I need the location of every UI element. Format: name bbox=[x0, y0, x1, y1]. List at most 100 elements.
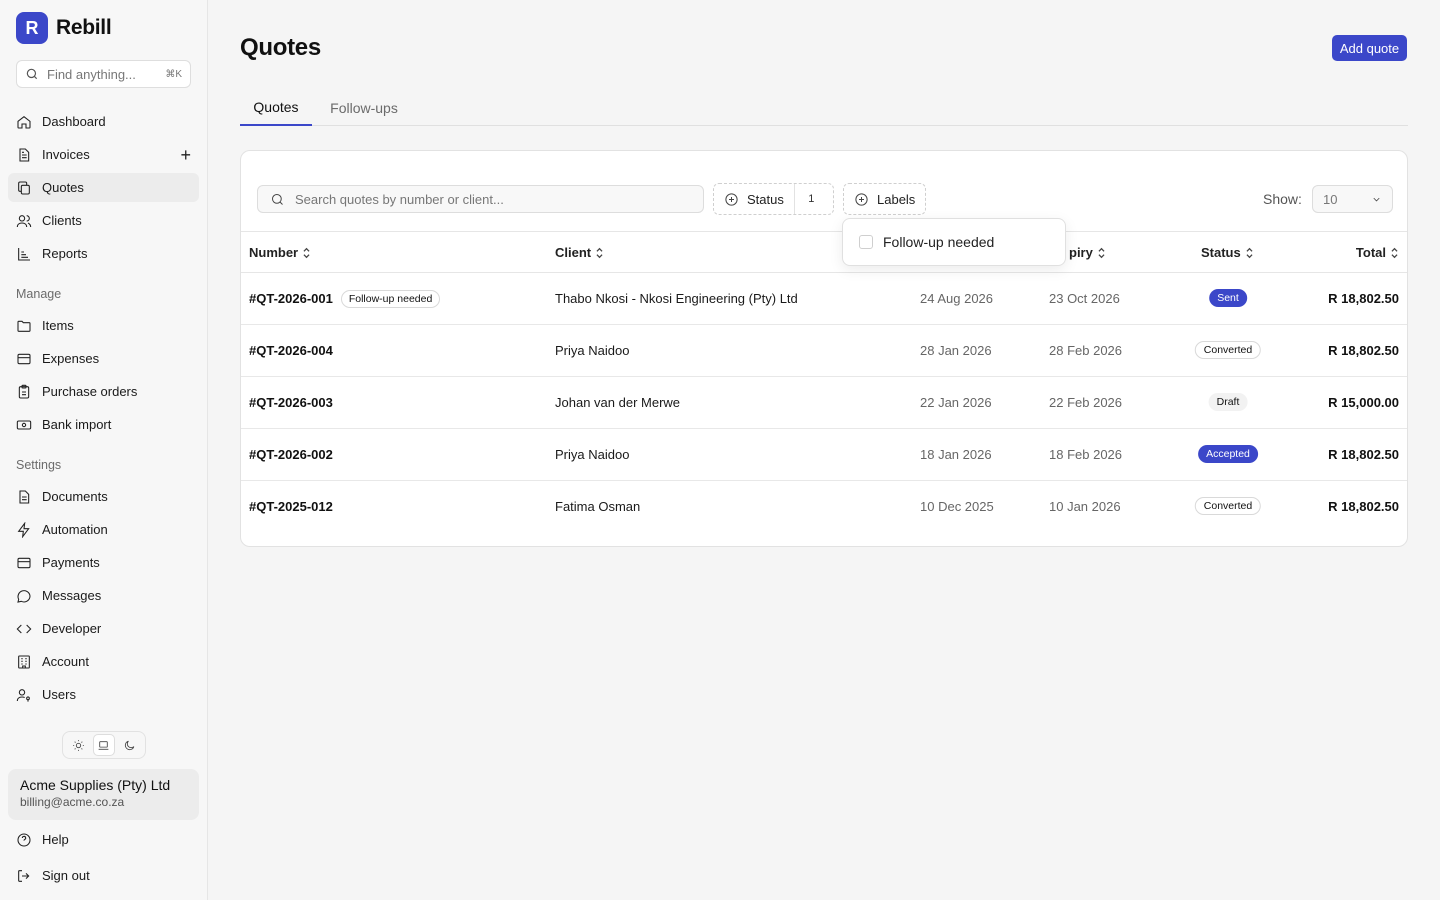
nav-label: Reports bbox=[42, 246, 88, 261]
copy-icon bbox=[18, 180, 30, 195]
nav-label: Help bbox=[42, 832, 69, 847]
nav-item-sign-out[interactable]: Sign out bbox=[8, 861, 199, 890]
tab-quotes[interactable]: Quotes bbox=[240, 90, 312, 126]
table-row[interactable]: #QT-2026-003 Johan van der Merwe 22 Jan … bbox=[241, 377, 1407, 429]
nav-item-expenses[interactable]: Expenses bbox=[8, 344, 199, 373]
table-row[interactable]: #QT-2026-002 Priya Naidoo 18 Jan 2026 18… bbox=[241, 429, 1407, 481]
status-badge: Sent bbox=[1209, 289, 1247, 307]
search-icon bbox=[272, 193, 283, 205]
nav-label: Payments bbox=[42, 555, 100, 570]
nav-label: Sign out bbox=[42, 868, 90, 883]
card-icon bbox=[17, 353, 31, 364]
nav-item-quotes[interactable]: Quotes bbox=[8, 173, 199, 202]
theme-switch bbox=[62, 731, 146, 759]
global-search-input[interactable]: Find anything... ⌘K bbox=[16, 60, 191, 88]
quote-number-cell: #QT-2026-001 Follow-up needed bbox=[249, 273, 441, 324]
quote-number: #QT-2026-003 bbox=[249, 395, 333, 410]
nav-item-dashboard[interactable]: Dashboard bbox=[8, 107, 199, 136]
nav-label: Dashboard bbox=[42, 114, 106, 129]
plus-circle-icon bbox=[725, 192, 738, 206]
total-cell: R 18,802.50 bbox=[1328, 343, 1399, 358]
message-icon bbox=[17, 589, 31, 603]
nav-item-users[interactable]: Users bbox=[8, 680, 199, 709]
file-icon bbox=[19, 489, 30, 504]
nav-item-purchase-orders[interactable]: Purchase orders bbox=[8, 377, 199, 406]
theme-dark-button[interactable] bbox=[118, 734, 140, 756]
nav-label: Developer bbox=[42, 621, 102, 636]
labels-filter-main: Labels bbox=[844, 184, 925, 214]
nav-label: Users bbox=[42, 687, 76, 702]
quote-number-cell: #QT-2025-012 bbox=[249, 481, 333, 532]
nav-item-items[interactable]: Items bbox=[8, 311, 199, 340]
section-label-manage: Manage bbox=[16, 287, 62, 301]
quote-number-cell: #QT-2026-004 bbox=[249, 325, 333, 376]
column-label: Total bbox=[1355, 245, 1386, 260]
tab-follow-ups[interactable]: Follow-ups bbox=[320, 90, 408, 126]
client-cell: Johan van der Merwe bbox=[555, 395, 681, 410]
theme-light-button[interactable] bbox=[68, 734, 90, 756]
status-filter[interactable]: Status 1 bbox=[713, 183, 834, 215]
nav-item-documents[interactable]: Documents bbox=[8, 482, 199, 511]
user-key-icon bbox=[16, 688, 30, 702]
client-cell: Thabo Nkosi - Nkosi Engineering (Pty) Lt… bbox=[555, 291, 798, 306]
column-status[interactable]: Status bbox=[1201, 232, 1254, 273]
column-total[interactable]: Total bbox=[1356, 232, 1399, 273]
page-size-label: Show: bbox=[1263, 191, 1302, 207]
status-badge: Converted bbox=[1194, 497, 1262, 515]
nav-item-messages[interactable]: Messages bbox=[8, 581, 199, 610]
labels-filter[interactable]: Labels bbox=[843, 183, 926, 215]
issued-date-cell: 24 Aug 2026 bbox=[920, 291, 994, 306]
nav-item-payments[interactable]: Payments bbox=[8, 548, 199, 577]
status-badge: Converted bbox=[1194, 341, 1262, 359]
follow-up-option-label[interactable]: Follow-up needed bbox=[883, 234, 994, 250]
nav-label: Messages bbox=[42, 588, 102, 603]
quote-search bbox=[257, 185, 704, 213]
chevron-down-icon bbox=[1373, 197, 1380, 201]
quote-number-cell: #QT-2026-002 bbox=[249, 429, 333, 480]
table-row[interactable]: #QT-2026-001 Follow-up needed Thabo Nkos… bbox=[241, 273, 1407, 325]
account-switcher[interactable]: Acme Supplies (Pty) Ltd billing@acme.co.… bbox=[8, 769, 199, 820]
client-cell: Priya Naidoo bbox=[555, 343, 630, 358]
help-icon bbox=[17, 832, 31, 847]
quote-search-input[interactable] bbox=[295, 191, 691, 207]
quotes-card: Status 1 Labels Show: 10 Number Client p… bbox=[240, 150, 1408, 547]
nav-item-automation[interactable]: Automation bbox=[8, 515, 199, 544]
building-icon bbox=[18, 654, 30, 669]
table-row[interactable]: #QT-2026-004 Priya Naidoo 28 Jan 2026 28… bbox=[241, 325, 1407, 377]
client-cell: Fatima Osman bbox=[555, 499, 641, 514]
total-cell: R 18,802.50 bbox=[1328, 291, 1399, 306]
nav-label: Purchase orders bbox=[42, 384, 138, 399]
column-number[interactable]: Number bbox=[249, 232, 311, 273]
sort-icon bbox=[303, 247, 310, 258]
nav-item-bank-import[interactable]: Bank import bbox=[8, 410, 199, 439]
quote-number: #QT-2026-001 bbox=[249, 291, 333, 306]
follow-up-checkbox[interactable] bbox=[859, 235, 873, 249]
banknote-icon bbox=[16, 419, 32, 430]
quote-number-cell: #QT-2026-003 bbox=[249, 377, 333, 428]
nav-item-reports[interactable]: Reports bbox=[8, 239, 199, 268]
sort-icon bbox=[1246, 247, 1253, 258]
nav-item-developer[interactable]: Developer bbox=[8, 614, 199, 643]
issued-date-cell: 10 Dec 2025 bbox=[920, 499, 994, 514]
brand-name: Rebill bbox=[56, 16, 112, 39]
nav-label: Expenses bbox=[42, 351, 100, 366]
clipboard-icon bbox=[18, 384, 30, 399]
labels-filter-label: Labels bbox=[877, 191, 916, 207]
column-label: Number bbox=[249, 245, 299, 260]
brand[interactable]: R Rebill bbox=[16, 12, 112, 44]
nav-item-account[interactable]: Account bbox=[8, 647, 199, 676]
column-expiry[interactable]: piry bbox=[1069, 232, 1106, 273]
issued-date-cell: 18 Jan 2026 bbox=[920, 447, 992, 462]
nav-item-clients[interactable]: Clients bbox=[8, 206, 199, 235]
column-client[interactable]: Client bbox=[555, 232, 604, 273]
theme-system-button[interactable] bbox=[92, 734, 115, 756]
nav-item-help[interactable]: Help bbox=[8, 825, 199, 854]
add-quote-button[interactable]: Add quote bbox=[1332, 35, 1407, 61]
moon-icon bbox=[124, 740, 135, 750]
add-invoice-button[interactable]: + bbox=[180, 146, 191, 164]
card-icon bbox=[17, 557, 31, 568]
nav-item-invoices[interactable]: Invoices + bbox=[8, 140, 199, 169]
page-size-select[interactable]: 10 bbox=[1312, 185, 1393, 213]
table-row[interactable]: #QT-2025-012 Fatima Osman 10 Dec 2025 10… bbox=[241, 481, 1407, 533]
file-icon bbox=[19, 147, 30, 162]
